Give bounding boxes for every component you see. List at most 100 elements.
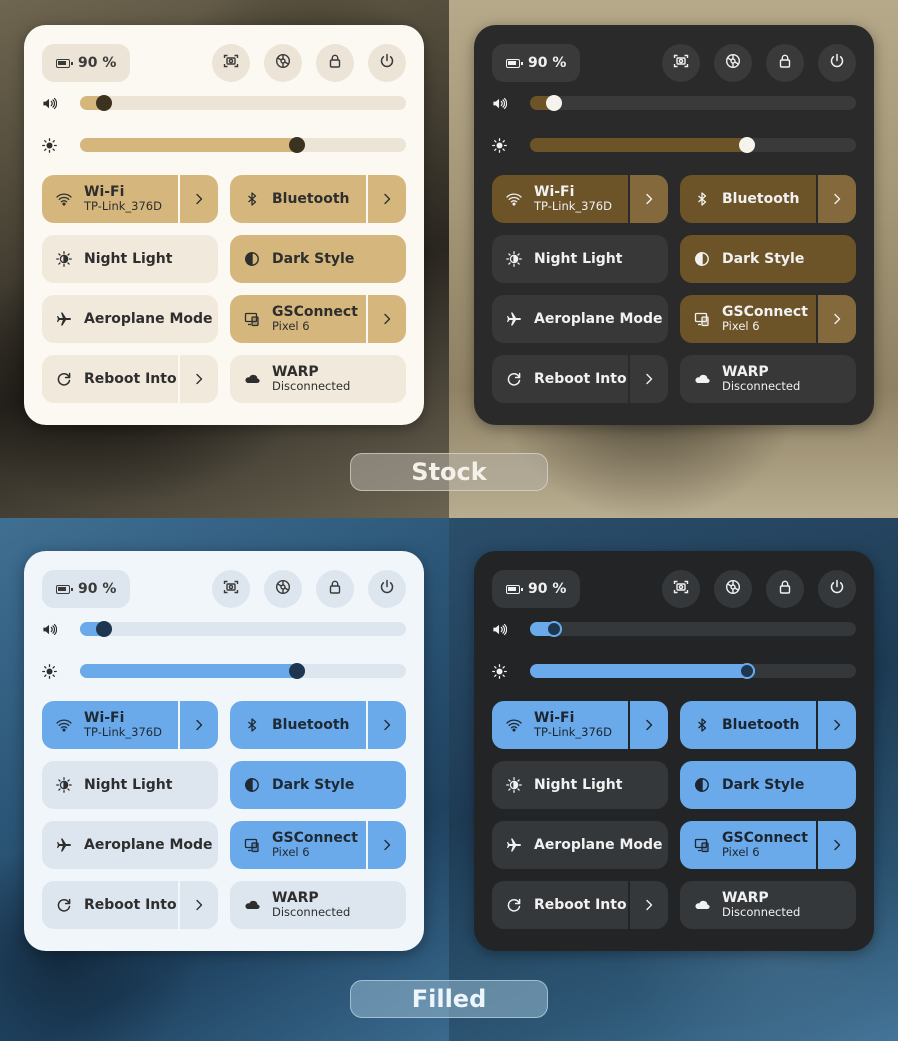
toggle-wifi[interactable]: Wi-Fi TP-Link_376D	[42, 175, 218, 223]
power-button[interactable]	[368, 44, 406, 82]
toggle-bluetooth-button[interactable]: Bluetooth	[230, 175, 366, 223]
toggle-gsconnect[interactable]: GSConnect Pixel 6	[680, 295, 856, 343]
toggle-night-light[interactable]: Night Light	[492, 235, 668, 283]
brightness-slider[interactable]	[80, 137, 406, 153]
toggle-dark-style-button[interactable]: Dark Style	[680, 235, 856, 283]
toggle-warp-button[interactable]: WARP Disconnected	[680, 881, 856, 929]
toggle-dark-style-button[interactable]: Dark Style	[230, 235, 406, 283]
toggle-bluetooth-button[interactable]: Bluetooth	[680, 175, 816, 223]
toggle-reboot-into-menu-button[interactable]	[628, 881, 668, 929]
toggle-wifi-button[interactable]: Wi-Fi TP-Link_376D	[492, 175, 628, 223]
settings-button[interactable]	[264, 44, 302, 82]
power-button[interactable]	[368, 570, 406, 608]
battery-indicator[interactable]: 90 %	[42, 44, 131, 82]
toggle-night-light[interactable]: Night Light	[492, 761, 668, 809]
toggle-gsconnect[interactable]: GSConnect Pixel 6	[230, 821, 406, 869]
toggle-aeroplane-mode[interactable]: Aeroplane Mode	[42, 821, 218, 869]
toggle-gsconnect-menu-button[interactable]	[816, 295, 856, 343]
toggle-dark-style[interactable]: Dark Style	[230, 761, 406, 809]
toggle-gsconnect-button[interactable]: GSConnect Pixel 6	[230, 295, 366, 343]
toggle-reboot-into-menu-button[interactable]	[178, 355, 218, 403]
screenshot-button[interactable]	[212, 570, 250, 608]
toggle-night-light[interactable]: Night Light	[42, 761, 218, 809]
lock-button[interactable]	[316, 44, 354, 82]
toggle-gsconnect-button[interactable]: GSConnect Pixel 6	[680, 295, 816, 343]
toggle-wifi[interactable]: Wi-Fi TP-Link_376D	[42, 701, 218, 749]
toggle-night-light-button[interactable]: Night Light	[42, 761, 218, 809]
toggle-bluetooth[interactable]: Bluetooth	[680, 701, 856, 749]
toggle-wifi-menu-button[interactable]	[178, 175, 218, 223]
toggle-night-light-button[interactable]: Night Light	[492, 761, 668, 809]
volume-slider[interactable]	[530, 95, 856, 111]
toggle-aeroplane-mode[interactable]: Aeroplane Mode	[42, 295, 218, 343]
volume-slider[interactable]	[80, 621, 406, 637]
toggle-gsconnect[interactable]: GSConnect Pixel 6	[680, 821, 856, 869]
settings-button[interactable]	[264, 570, 302, 608]
lock-button[interactable]	[316, 570, 354, 608]
toggle-dark-style[interactable]: Dark Style	[680, 761, 856, 809]
toggle-bluetooth[interactable]: Bluetooth	[230, 701, 406, 749]
brightness-slider-handle[interactable]	[738, 137, 755, 153]
toggle-reboot-into[interactable]: Reboot Into	[42, 355, 218, 403]
toggle-warp[interactable]: WARP Disconnected	[680, 355, 856, 403]
toggle-reboot-into-button[interactable]: Reboot Into	[492, 355, 628, 403]
volume-slider-handle[interactable]	[546, 621, 563, 637]
toggle-wifi-menu-button[interactable]	[178, 701, 218, 749]
toggle-gsconnect-menu-button[interactable]	[366, 295, 406, 343]
toggle-warp[interactable]: WARP Disconnected	[230, 355, 406, 403]
toggle-bluetooth-menu-button[interactable]	[816, 175, 856, 223]
brightness-slider[interactable]	[530, 663, 856, 679]
toggle-wifi-menu-button[interactable]	[628, 701, 668, 749]
toggle-aeroplane-mode[interactable]: Aeroplane Mode	[492, 821, 668, 869]
toggle-reboot-into[interactable]: Reboot Into	[492, 881, 668, 929]
brightness-slider[interactable]	[530, 137, 856, 153]
toggle-reboot-into-menu-button[interactable]	[178, 881, 218, 929]
toggle-wifi[interactable]: Wi-Fi TP-Link_376D	[492, 175, 668, 223]
toggle-night-light-button[interactable]: Night Light	[42, 235, 218, 283]
toggle-gsconnect-button[interactable]: GSConnect Pixel 6	[680, 821, 816, 869]
toggle-bluetooth[interactable]: Bluetooth	[230, 175, 406, 223]
brightness-slider[interactable]	[80, 663, 406, 679]
toggle-night-light-button[interactable]: Night Light	[492, 235, 668, 283]
toggle-gsconnect[interactable]: GSConnect Pixel 6	[230, 295, 406, 343]
toggle-warp[interactable]: WARP Disconnected	[230, 881, 406, 929]
screenshot-button[interactable]	[662, 44, 700, 82]
toggle-warp-button[interactable]: WARP Disconnected	[230, 881, 406, 929]
toggle-dark-style[interactable]: Dark Style	[230, 235, 406, 283]
volume-slider-handle[interactable]	[96, 95, 113, 111]
volume-slider-handle[interactable]	[546, 95, 563, 111]
toggle-gsconnect-button[interactable]: GSConnect Pixel 6	[230, 821, 366, 869]
toggle-reboot-into[interactable]: Reboot Into	[492, 355, 668, 403]
toggle-aeroplane-mode-button[interactable]: Aeroplane Mode	[492, 821, 668, 869]
power-button[interactable]	[818, 44, 856, 82]
toggle-gsconnect-menu-button[interactable]	[816, 821, 856, 869]
lock-button[interactable]	[766, 44, 804, 82]
toggle-reboot-into-button[interactable]: Reboot Into	[42, 355, 178, 403]
toggle-bluetooth-menu-button[interactable]	[816, 701, 856, 749]
lock-button[interactable]	[766, 570, 804, 608]
toggle-aeroplane-mode[interactable]: Aeroplane Mode	[492, 295, 668, 343]
brightness-slider-handle[interactable]	[288, 663, 305, 679]
toggle-wifi-button[interactable]: Wi-Fi TP-Link_376D	[42, 701, 178, 749]
toggle-warp-button[interactable]: WARP Disconnected	[680, 355, 856, 403]
toggle-aeroplane-mode-button[interactable]: Aeroplane Mode	[42, 821, 218, 869]
brightness-slider-handle[interactable]	[288, 137, 305, 153]
battery-indicator[interactable]: 90 %	[42, 570, 131, 608]
toggle-wifi-menu-button[interactable]	[628, 175, 668, 223]
toggle-night-light[interactable]: Night Light	[42, 235, 218, 283]
toggle-dark-style-button[interactable]: Dark Style	[230, 761, 406, 809]
toggle-wifi-button[interactable]: Wi-Fi TP-Link_376D	[42, 175, 178, 223]
settings-button[interactable]	[714, 44, 752, 82]
volume-slider[interactable]	[530, 621, 856, 637]
settings-button[interactable]	[714, 570, 752, 608]
brightness-slider-handle[interactable]	[738, 663, 755, 679]
screenshot-button[interactable]	[662, 570, 700, 608]
volume-slider[interactable]	[80, 95, 406, 111]
toggle-reboot-into-button[interactable]: Reboot Into	[492, 881, 628, 929]
volume-slider-handle[interactable]	[96, 621, 113, 637]
toggle-aeroplane-mode-button[interactable]: Aeroplane Mode	[42, 295, 218, 343]
toggle-bluetooth-menu-button[interactable]	[366, 701, 406, 749]
battery-indicator[interactable]: 90 %	[492, 44, 581, 82]
toggle-dark-style-button[interactable]: Dark Style	[680, 761, 856, 809]
screenshot-button[interactable]	[212, 44, 250, 82]
